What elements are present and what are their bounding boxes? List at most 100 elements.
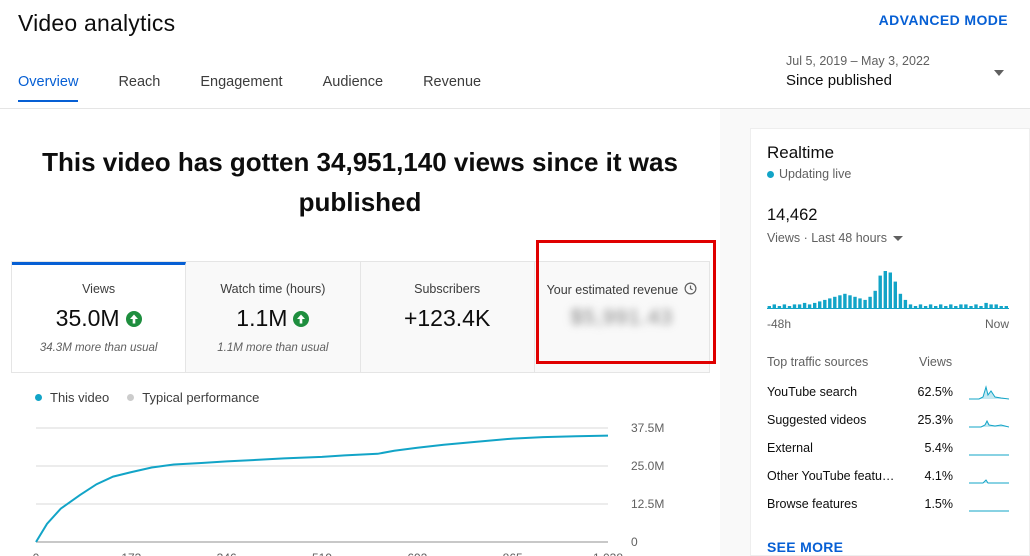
highlight-annotation-box: [536, 240, 716, 364]
metric-value: 35.0M: [55, 305, 120, 331]
realtime-title: Realtime: [767, 143, 835, 162]
source-pct: 1.5%: [924, 497, 954, 511]
metric-label: Views: [82, 282, 116, 296]
headline: This video has gotten 34,951,140 views s…: [42, 147, 678, 217]
x-tick-label: 692: [407, 551, 427, 556]
metric-card-views[interactable]: Views 35.0M 34.3M more than usual: [12, 262, 187, 372]
realtime-bar[interactable]: [843, 293, 847, 309]
realtime-bar[interactable]: [898, 293, 903, 309]
realtime-bar[interactable]: [878, 275, 882, 309]
y-tick-label: 12.5M: [631, 497, 664, 511]
date-range-select[interactable]: Jul 5, 2019 – May 3, 2022 Since publishe…: [786, 54, 1008, 89]
period-label: Views · Last 48 hours: [767, 231, 887, 245]
metric-card-watch-time[interactable]: Watch time (hours) 1.1M 1.1M more than u…: [186, 262, 361, 372]
realtime-bar[interactable]: [838, 295, 842, 309]
tab-reach[interactable]: Reach: [118, 74, 160, 102]
caret-down-icon: [892, 235, 903, 241]
date-range-text: Jul 5, 2019 – May 3, 2022: [786, 54, 930, 68]
traffic-source-row[interactable]: External 5.4%: [767, 441, 1011, 461]
traffic-source-row[interactable]: Other YouTube featu… 4.1%: [767, 469, 1011, 489]
realtime-bar[interactable]: [863, 299, 867, 309]
source-sparkline: [969, 454, 1009, 456]
y-tick-label: 37.5M: [631, 421, 664, 435]
arrow-up-icon: [125, 310, 142, 327]
metric-value: +123.4K: [403, 305, 491, 331]
source-name: External: [767, 441, 813, 455]
traffic-source-row[interactable]: Suggested videos 25.3%: [767, 413, 1011, 433]
realtime-bar[interactable]: [873, 290, 877, 309]
realtime-bar[interactable]: [858, 298, 862, 309]
y-tick-label: 25.0M: [631, 459, 664, 473]
legend-item-this-video[interactable]: This video: [35, 390, 109, 405]
chevron-down-icon: [994, 70, 1004, 76]
source-pct: 62.5%: [917, 385, 953, 399]
traffic-source-row[interactable]: Browse features 1.5%: [767, 497, 1011, 517]
realtime-count: 14,462: [767, 206, 818, 224]
realtime-bar[interactable]: [853, 296, 857, 309]
live-dot: [767, 170, 774, 178]
realtime-bar[interactable]: [903, 299, 908, 309]
realtime-bar[interactable]: [868, 296, 872, 309]
tab-revenue[interactable]: Revenue: [423, 74, 481, 102]
advanced-mode-link[interactable]: ADVANCED MODE: [879, 12, 1008, 28]
legend-dot: [127, 394, 135, 401]
metric-label: Subscribers: [414, 282, 481, 296]
source-name: Browse features: [767, 497, 858, 511]
realtime-card: Realtime Updating live 14,462 Views · La…: [750, 128, 1030, 556]
tab-audience[interactable]: Audience: [323, 74, 383, 102]
x-tick-label: 865: [503, 551, 523, 556]
legend-label: Typical performance: [142, 390, 260, 405]
x-tick-label: 346: [217, 551, 237, 556]
legend-item-typical[interactable]: Typical performance: [127, 390, 259, 405]
realtime-bar[interactable]: [823, 299, 827, 309]
realtime-period-select[interactable]: Views · Last 48 hours: [767, 231, 903, 245]
live-indicator: Updating live: [767, 167, 851, 181]
page-title: Video analytics: [18, 10, 176, 36]
metric-note: 1.1M more than usual: [217, 342, 329, 354]
metric-value: 1.1M: [236, 305, 288, 331]
source-sparkline: [969, 385, 1009, 400]
traffic-sources-header: Top traffic sources Views: [767, 355, 1007, 369]
realtime-bar[interactable]: [833, 296, 837, 309]
source-pct: 5.4%: [924, 441, 954, 455]
realtime-bar[interactable]: [828, 298, 832, 309]
realtime-bar[interactable]: [883, 271, 887, 309]
metric-card-subscribers[interactable]: Subscribers +123.4K: [361, 262, 535, 372]
source-sparkline: [969, 419, 1009, 428]
metric-value-row: 1.1M: [186, 305, 359, 332]
live-label: Updating live: [779, 167, 852, 181]
y-tick-label: 0: [631, 535, 638, 549]
x-tick-label: 173: [121, 551, 141, 556]
tab-overview[interactable]: Overview: [18, 74, 79, 102]
date-range-value: Since published: [786, 72, 892, 89]
arrow-up-icon: [293, 310, 310, 327]
legend-dot: [35, 394, 42, 401]
series-line-this-video[interactable]: [35, 434, 609, 543]
see-more-link[interactable]: SEE MORE: [767, 539, 843, 555]
x-tick-label: 519: [312, 551, 332, 556]
metric-value-row: +123.4K: [361, 305, 534, 332]
x-tick-label: 1,038: [593, 551, 623, 556]
realtime-bar[interactable]: [818, 301, 822, 309]
source-name: Suggested videos: [767, 413, 867, 427]
axis-label-end: Now: [984, 317, 1009, 331]
source-pct: 25.3%: [917, 413, 953, 427]
source-sparkline: [969, 479, 1009, 484]
realtime-bar[interactable]: [848, 295, 852, 309]
realtime-bar[interactable]: [893, 281, 897, 309]
views-line-chart[interactable]: 37.5M 25.0M 12.5M 0 0 173 346 519 692 865 1,038: [0, 410, 720, 556]
traffic-source-row[interactable]: YouTube search 62.5%: [767, 385, 1011, 405]
tab-engagement[interactable]: Engagement: [200, 74, 282, 102]
traffic-sources-title: Top traffic sources: [767, 355, 869, 369]
realtime-axis: -48h Now: [767, 317, 1009, 331]
chart-legend: This video Typical performance: [35, 390, 259, 405]
realtime-bar[interactable]: [888, 272, 892, 310]
source-name: Other YouTube featu…: [767, 469, 895, 483]
source-pct: 4.1%: [924, 469, 954, 483]
metric-note: 34.3M more than usual: [39, 342, 158, 354]
tab-bar: Overview Reach Engagement Audience Reven…: [18, 74, 521, 102]
metric-value-row: 35.0M: [12, 305, 185, 332]
views-column-header: Views: [919, 355, 953, 369]
realtime-bar-chart[interactable]: [767, 269, 1009, 309]
x-tick-label: 0: [33, 551, 40, 556]
